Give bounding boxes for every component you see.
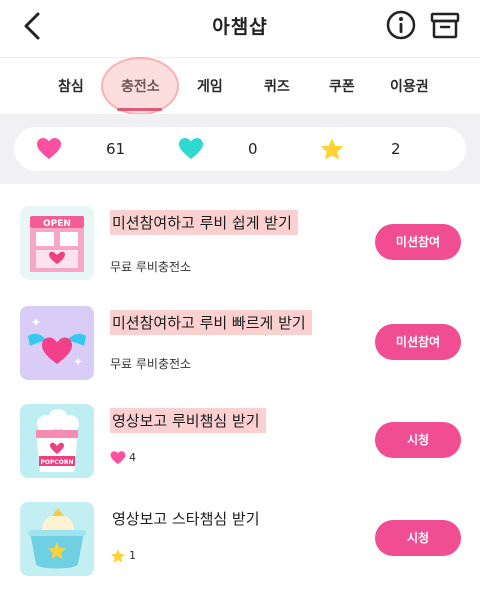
popcorn-label: POPCORN bbox=[40, 459, 73, 466]
open-shop-icon: OPEN bbox=[20, 206, 94, 280]
app-header: 아챔샵 bbox=[0, 0, 480, 55]
info-icon[interactable] bbox=[385, 9, 417, 41]
item-title: 영상보고 스타챔심 받기 bbox=[112, 510, 260, 528]
reward-amount: 1 bbox=[129, 549, 136, 562]
item-title: 미션참여하고 루비 빠르게 받기 bbox=[110, 310, 312, 335]
star-icon bbox=[110, 549, 126, 563]
pink-heart-icon bbox=[37, 138, 61, 159]
archive-box-icon[interactable] bbox=[428, 9, 462, 41]
star-icon bbox=[320, 138, 344, 160]
list-item[interactable]: 미션참여하고 루비 빠르게 받기 무료 루비충전소 미션참여 bbox=[0, 300, 480, 396]
open-sign-text: OPEN bbox=[43, 219, 71, 229]
active-tab-highlight bbox=[101, 57, 179, 115]
mission-join-button[interactable]: 미션참여 bbox=[375, 324, 461, 360]
tab-coupon[interactable]: 쿠폰 bbox=[329, 76, 355, 96]
balance-bar: 61 0 2 bbox=[14, 127, 466, 171]
watch-button[interactable]: 시청 bbox=[375, 422, 461, 458]
popcorn-icon: POPCORN bbox=[20, 404, 94, 478]
ice-cream-star-icon bbox=[20, 502, 94, 576]
mint-heart-count: 0 bbox=[248, 140, 258, 158]
item-subtitle: 무료 루비충전소 bbox=[110, 357, 192, 371]
list-item[interactable]: 영상보고 스타챔심 받기 1 시청 bbox=[0, 496, 480, 592]
pink-heart-icon bbox=[110, 451, 126, 465]
heart-count: 61 bbox=[106, 140, 126, 158]
item-subtitle: 무료 루비충전소 bbox=[110, 260, 192, 274]
star-count: 2 bbox=[391, 140, 401, 158]
tab-chamsim[interactable]: 참심 bbox=[58, 76, 84, 96]
mint-heart-icon bbox=[179, 138, 203, 159]
item-title: 미션참여하고 루비 쉽게 받기 bbox=[110, 210, 298, 235]
tab-ticket[interactable]: 이용권 bbox=[390, 76, 429, 96]
winged-heart-icon bbox=[20, 306, 94, 380]
balance-section: 61 0 2 bbox=[0, 114, 480, 184]
reward-amount: 4 bbox=[129, 451, 136, 464]
tab-game[interactable]: 게임 bbox=[197, 76, 223, 96]
category-tabs: 참심 충전소 게임 퀴즈 쿠폰 이용권 bbox=[0, 57, 480, 112]
list-item[interactable]: OPEN 미션참여하고 루비 쉽게 받기 무료 루비충전소 미션참여 bbox=[0, 200, 480, 296]
tab-quiz[interactable]: 퀴즈 bbox=[264, 76, 290, 96]
mission-join-button[interactable]: 미션참여 bbox=[375, 224, 461, 260]
active-tab-indicator bbox=[117, 108, 162, 111]
list-item[interactable]: POPCORN 영상보고 루비챔심 받기 4 시청 bbox=[0, 398, 480, 494]
item-title: 영상보고 루비챔심 받기 bbox=[110, 408, 266, 433]
watch-button[interactable]: 시청 bbox=[375, 520, 461, 556]
